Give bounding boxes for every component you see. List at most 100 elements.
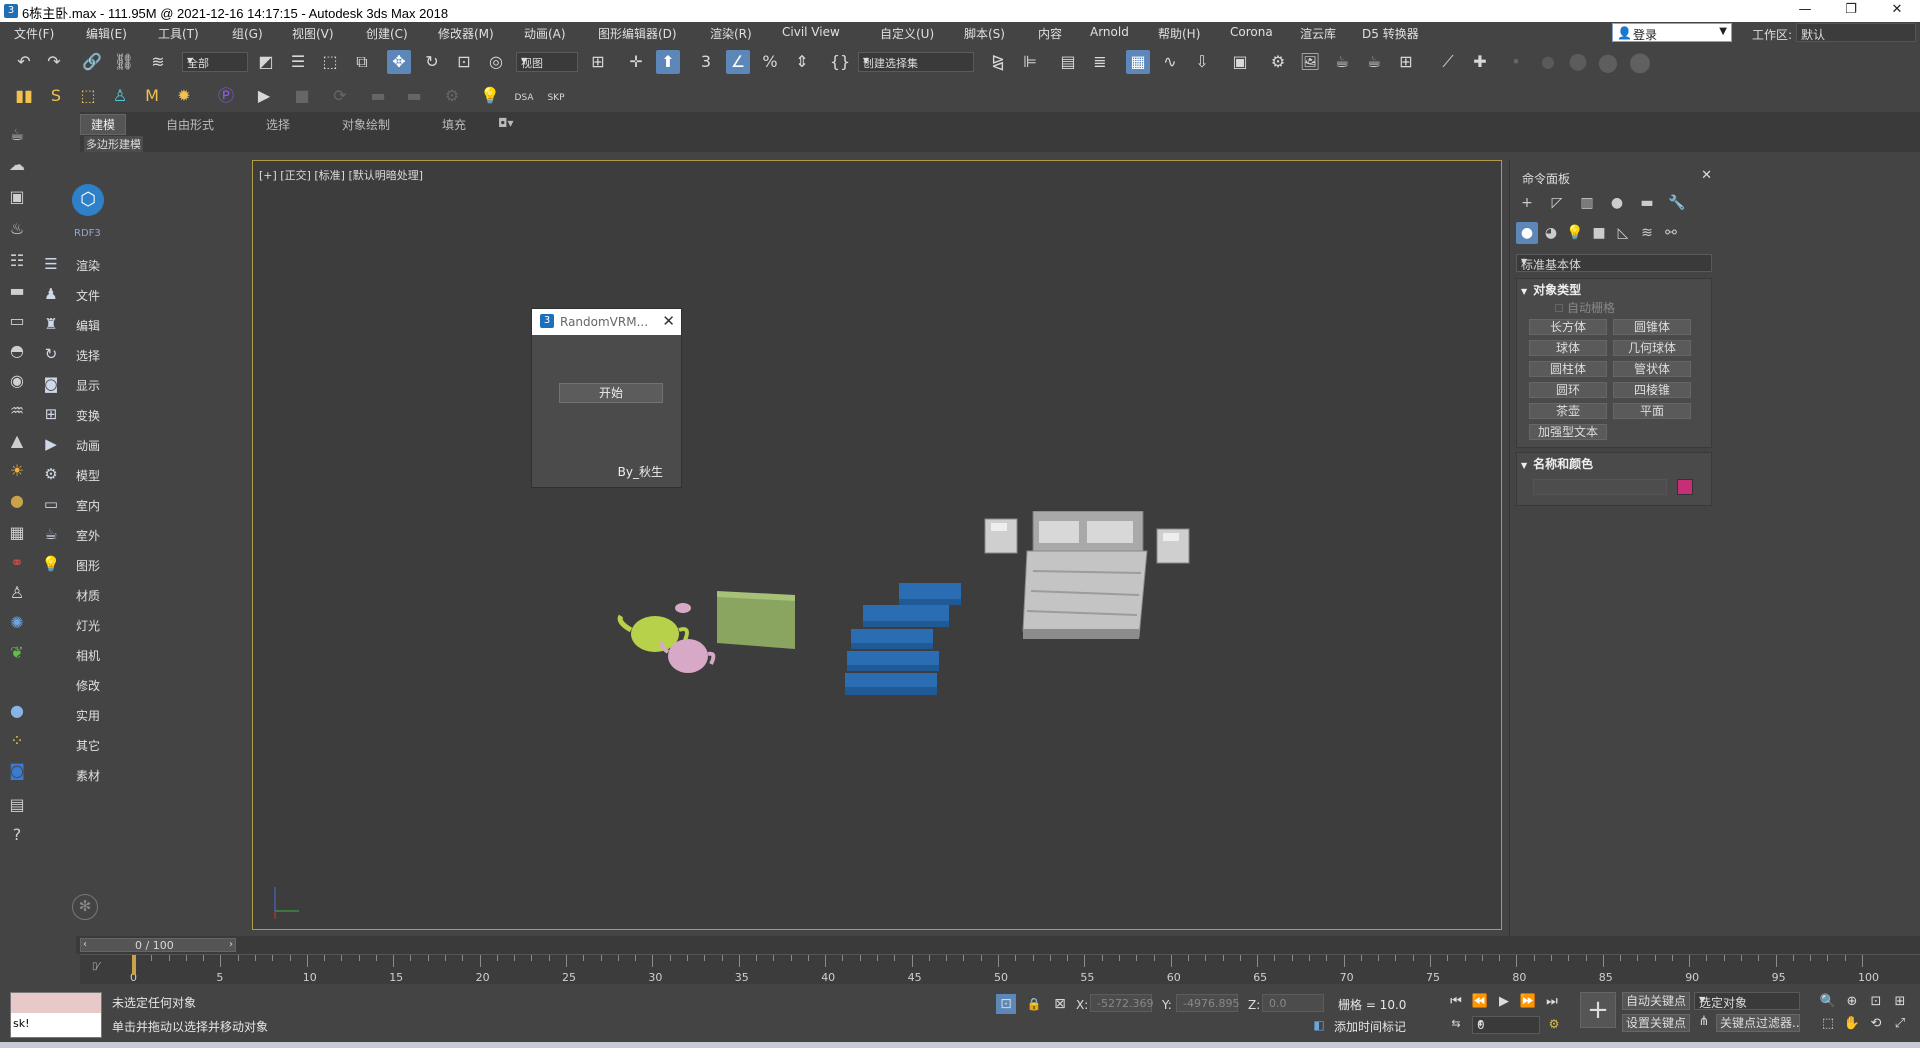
menu-tools[interactable]: 工具(T): [158, 25, 199, 42]
percent-snap-icon[interactable]: %: [758, 50, 782, 74]
isolate-selection-icon[interactable]: ⊡: [996, 994, 1016, 1014]
script-item-camera[interactable]: 相机: [36, 642, 236, 666]
maximize-viewport-icon[interactable]: ⤢: [1890, 1014, 1910, 1034]
maxscript-listener[interactable]: sk!: [10, 992, 102, 1038]
login-dropdown[interactable]: 👤 登录 ▼: [1612, 23, 1732, 42]
script-item-animation[interactable]: ▶ 动画: [36, 432, 236, 456]
menu-renderbus-library[interactable]: 渲云库: [1300, 25, 1336, 42]
object-category-select[interactable]: 标准基本体 ▼: [1516, 254, 1712, 272]
previous-frame-icon[interactable]: ⏪: [1470, 992, 1490, 1012]
edit-named-selection-icon[interactable]: {}: [828, 50, 852, 74]
time-slider-thumb[interactable]: ‹ 0 / 100 ›: [80, 938, 236, 952]
select-move-icon[interactable]: ✥: [387, 50, 411, 74]
utilities-tab-icon[interactable]: 🔧: [1666, 192, 1688, 214]
time-tag-icon[interactable]: ◧: [1310, 1016, 1328, 1034]
spheres-icon[interactable]: ⁘: [6, 730, 28, 752]
undo-icon[interactable]: ↶: [12, 50, 36, 74]
render-region-icon[interactable]: ⊞: [1394, 50, 1418, 74]
redo-icon[interactable]: ↷: [42, 50, 66, 74]
zoom-all-icon[interactable]: ⊕: [1842, 992, 1862, 1012]
link-icon[interactable]: 🔗: [80, 50, 104, 74]
curve-editor-icon[interactable]: ∿: [1158, 50, 1182, 74]
space-warps-icon[interactable]: ≋: [1636, 222, 1658, 244]
menu-scripting[interactable]: 脚本(S): [964, 25, 1005, 42]
next-frame-icon[interactable]: ⏩: [1518, 992, 1538, 1012]
selection-filter-select[interactable]: 全部 ▼: [182, 52, 248, 72]
plugin-d-icon[interactable]: ♙: [108, 84, 132, 108]
box-button[interactable]: 长方体: [1529, 319, 1607, 335]
text-plus-button[interactable]: 加强型文本: [1529, 424, 1607, 440]
play-animation-icon[interactable]: ▶: [1494, 992, 1514, 1012]
script-item-utility[interactable]: 实用: [36, 702, 236, 726]
dialog-close-button[interactable]: ✕: [662, 312, 675, 330]
menu-customize[interactable]: 自定义(U): [880, 25, 934, 42]
select-by-name-icon[interactable]: ☰: [286, 50, 310, 74]
key-selection-set-select[interactable]: 选定对象 ▼: [1694, 992, 1800, 1010]
minus-icon[interactable]: ▬: [6, 280, 28, 302]
menu-group[interactable]: 组(G): [232, 25, 263, 42]
render-production-icon[interactable]: ☕: [1330, 50, 1354, 74]
settings-icon[interactable]: ✻: [72, 894, 98, 920]
keyboard-shortcut-override-icon[interactable]: ⬆: [656, 50, 680, 74]
zoom-extents-icon[interactable]: ⊡: [1866, 992, 1886, 1012]
angle-snap-icon[interactable]: ∠: [726, 50, 750, 74]
track-bar-filter-icon[interactable]: ▯⁄: [92, 961, 99, 972]
goto-start-icon[interactable]: ⏮: [1446, 992, 1466, 1012]
script-item-edit[interactable]: ♜ 编辑: [36, 312, 236, 336]
display-tab-icon[interactable]: ▬: [1636, 192, 1658, 214]
menu-d5-converter[interactable]: D5 转换器: [1362, 25, 1419, 42]
unlink-icon[interactable]: ⛓: [112, 50, 136, 74]
file-stack-icon[interactable]: ▤: [6, 794, 28, 816]
cone-button[interactable]: 圆锥体: [1613, 319, 1691, 335]
script-item-transform[interactable]: ⊞ 变换: [36, 402, 236, 426]
menu-civil-view[interactable]: Civil View: [782, 25, 840, 39]
scene-explorer-icon[interactable]: ▤: [1056, 50, 1080, 74]
rendered-frame-window-icon[interactable]: 🖼: [1298, 50, 1322, 74]
menu-corona[interactable]: Corona: [1230, 25, 1273, 39]
tube-button[interactable]: 管状体: [1613, 361, 1691, 377]
viewport-orthographic[interactable]: [+] [正交] [标准] [默认明暗处理]: [252, 160, 1502, 930]
script-item-light[interactable]: 灯光: [36, 612, 236, 636]
play-icon[interactable]: ▶: [252, 84, 276, 108]
tab-freeform[interactable]: 自由形式: [166, 116, 214, 133]
molecule-icon[interactable]: ⚭: [6, 552, 28, 574]
cylinder-button[interactable]: 圆柱体: [1529, 361, 1607, 377]
menu-edit[interactable]: 编辑(E): [86, 25, 127, 42]
layer-explorer-icon[interactable]: ≣: [1088, 50, 1112, 74]
checker-icon[interactable]: ▦: [6, 522, 28, 544]
current-frame-marker[interactable]: [132, 955, 136, 975]
key-filter-icon[interactable]: ⋔: [1694, 1012, 1714, 1032]
cloud-icon[interactable]: ☁: [6, 154, 28, 176]
gear-blue-icon[interactable]: ✺: [6, 612, 28, 634]
goto-end-icon[interactable]: ⏭: [1542, 992, 1562, 1012]
plugin-b-icon[interactable]: S: [44, 84, 68, 108]
tab-object-paint[interactable]: 对象绘制: [342, 116, 390, 133]
plugin-a-icon[interactable]: ▮▮: [12, 84, 36, 108]
dialog-title-bar[interactable]: 3 RandomVRM... ✕: [532, 309, 681, 335]
material-editor-icon[interactable]: ▣: [1228, 50, 1252, 74]
add-time-tag-button[interactable]: 添加时间标记: [1334, 1018, 1406, 1035]
cameras-icon[interactable]: ■: [1588, 222, 1610, 244]
absolute-mode-icon[interactable]: ⊠: [1050, 994, 1070, 1014]
select-scale-icon[interactable]: ⊡: [452, 50, 476, 74]
create-tab-plus-icon[interactable]: +: [1516, 192, 1538, 214]
modify-tab-icon[interactable]: ◸: [1546, 192, 1568, 214]
viewport-label[interactable]: [+] [正交] [标准] [默认明暗处理]: [259, 167, 423, 183]
geosphere-button[interactable]: 几何球体: [1613, 340, 1691, 356]
sphere-button[interactable]: 球体: [1529, 340, 1607, 356]
helpers-icon[interactable]: ◺: [1612, 222, 1634, 244]
script-item-select[interactable]: ↻ 选择: [36, 342, 236, 366]
time-config-icon[interactable]: ⚙: [1544, 1014, 1564, 1034]
key-mode-toggle-icon[interactable]: ⇆: [1446, 1014, 1466, 1034]
select-manipulate-icon[interactable]: ✛: [624, 50, 648, 74]
bind-space-warp-icon[interactable]: ≋: [146, 50, 170, 74]
object-name-input[interactable]: [1533, 479, 1667, 495]
zoom-extents-all-icon[interactable]: ⊞: [1890, 992, 1910, 1012]
brush-tool-icon[interactable]: ⟋: [1436, 50, 1460, 74]
render-iterative-icon[interactable]: ☕: [1362, 50, 1386, 74]
plugin-c-icon[interactable]: ⬚: [76, 84, 100, 108]
lock-icon[interactable]: 🔒: [1024, 994, 1044, 1014]
ribbon-toggle-icon[interactable]: ▦: [1126, 50, 1150, 74]
snaps-toggle-icon[interactable]: 3: [694, 50, 718, 74]
tab-populate[interactable]: 填充: [442, 116, 466, 133]
